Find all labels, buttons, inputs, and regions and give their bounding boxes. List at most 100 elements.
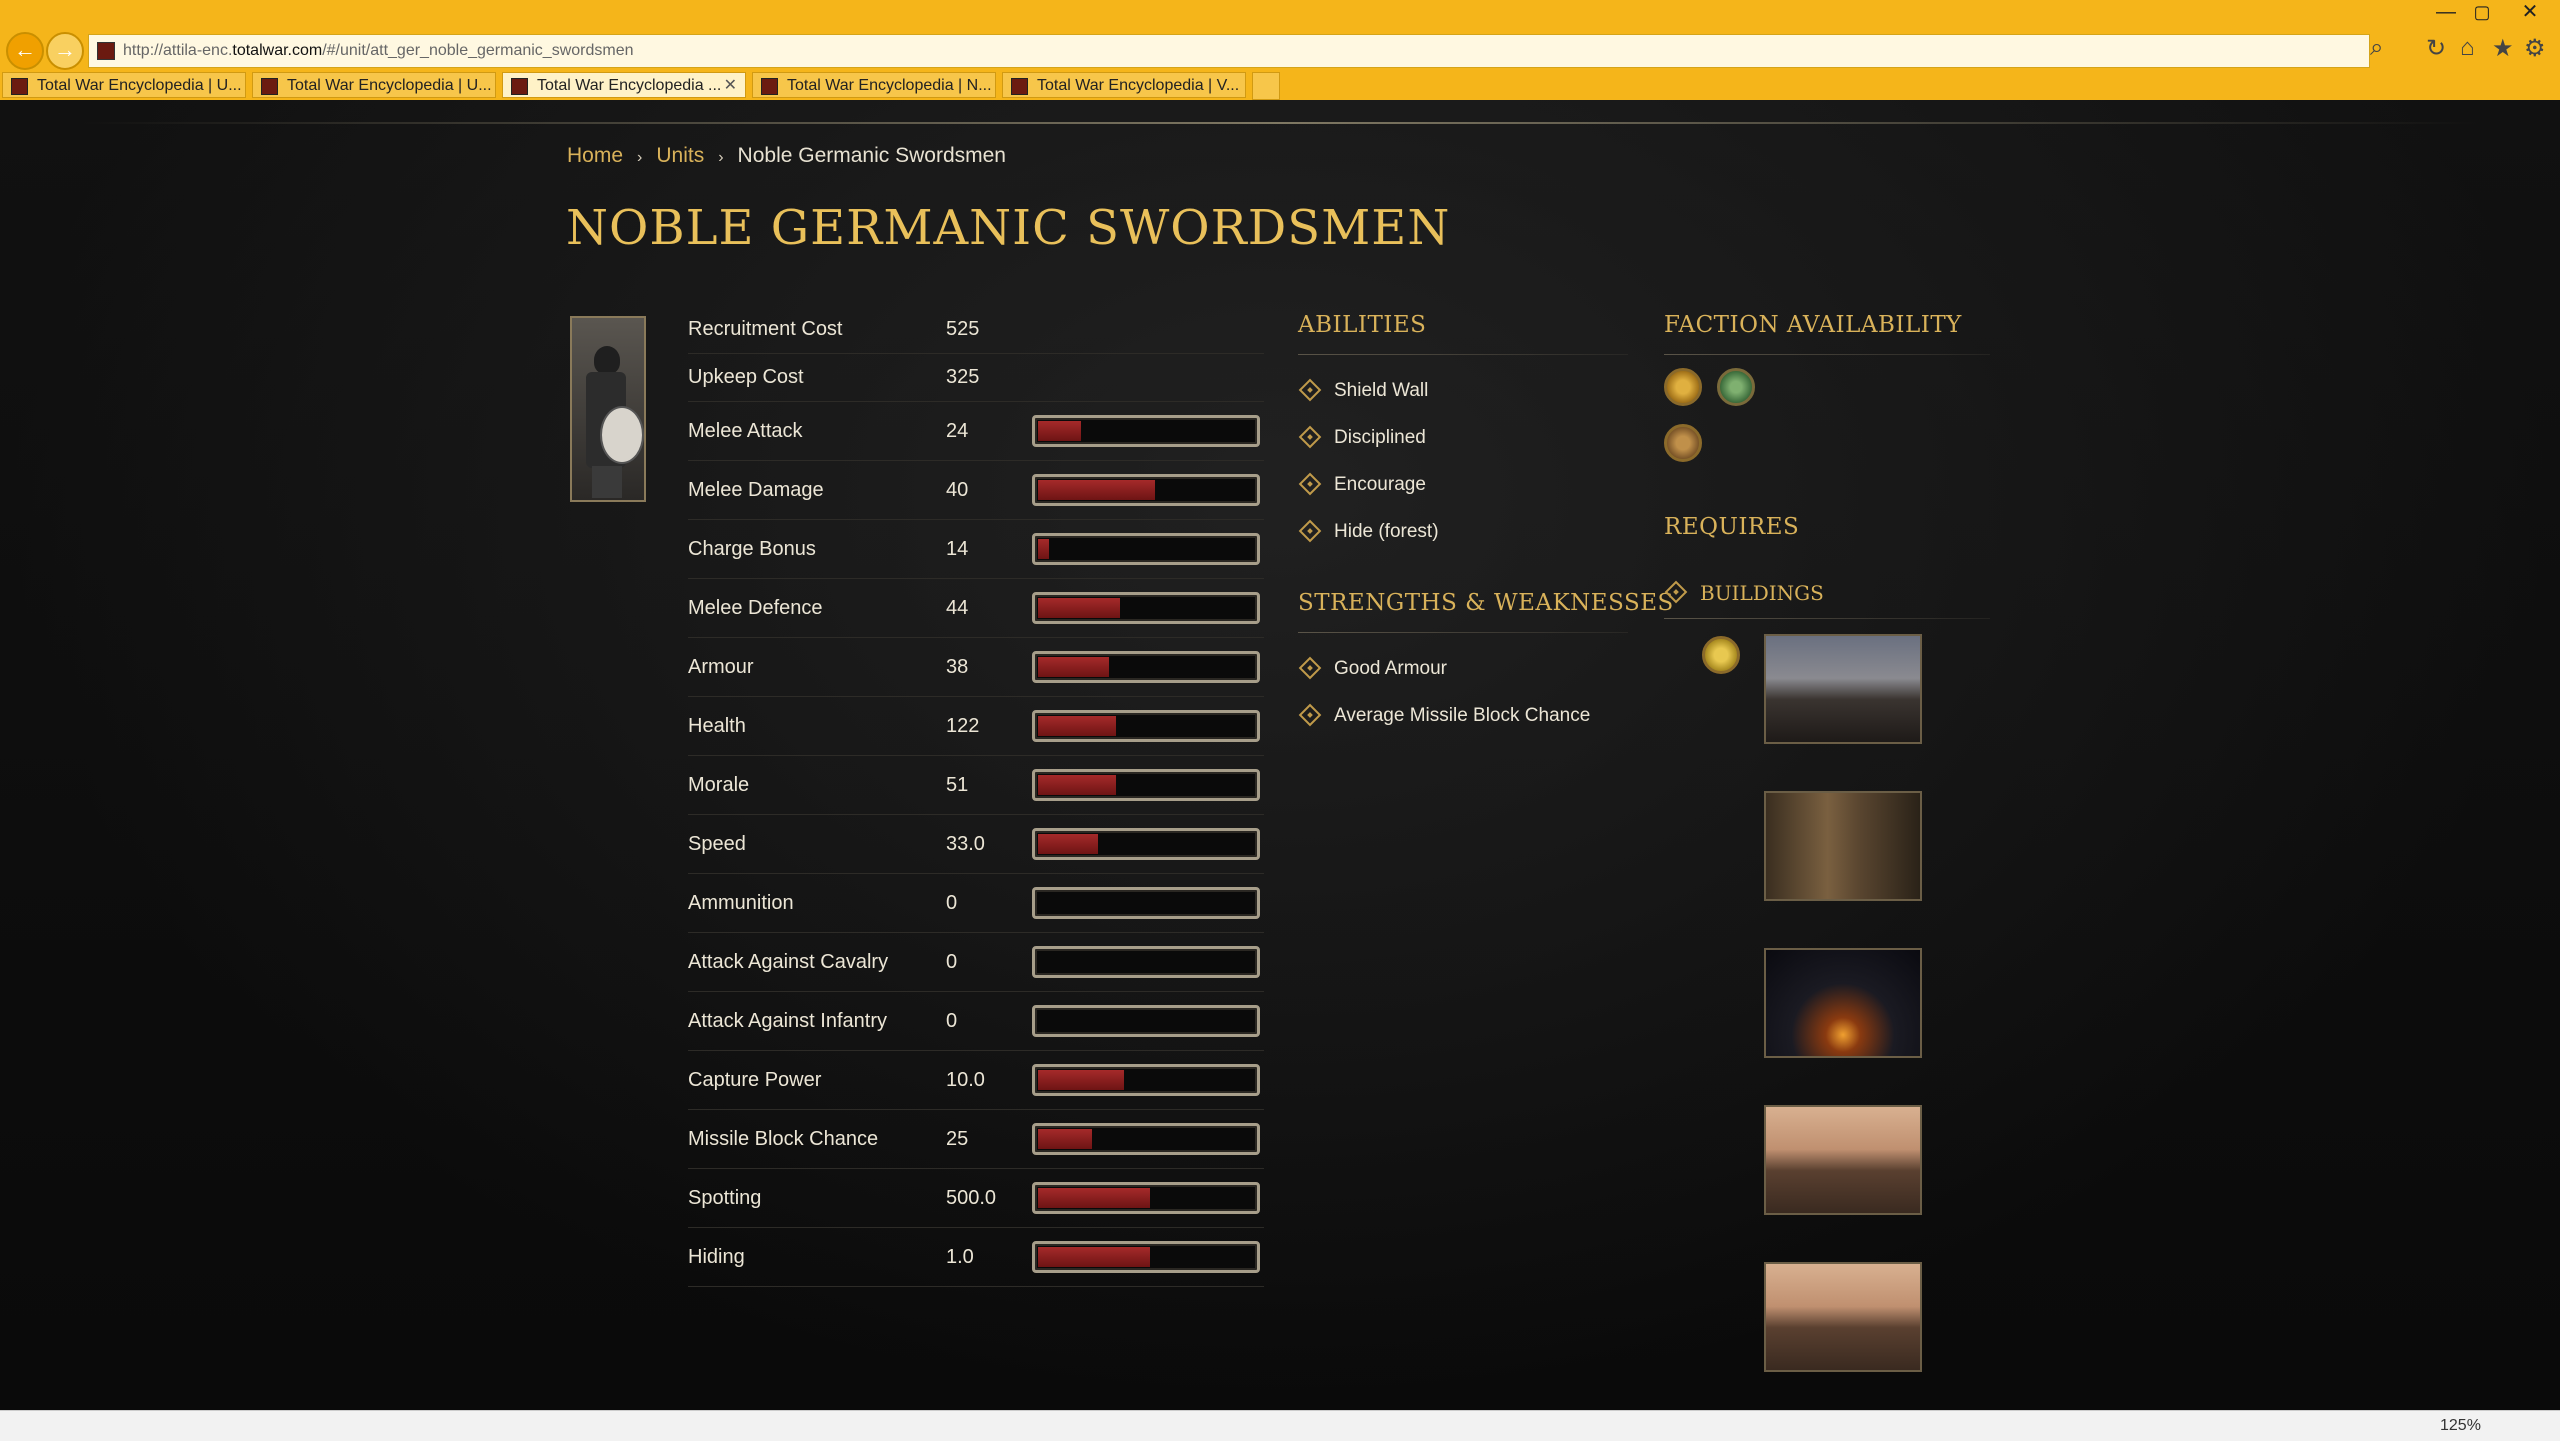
browser-tab[interactable]: Total War Encyclopedia | U... [252,72,496,98]
weakness-label: Average Missile Block Chance [1334,705,1591,726]
stat-row: Melee Damage 40 [688,461,1264,520]
ability-label: Shield Wall [1334,380,1429,401]
stat-bar-fill [1038,1188,1150,1208]
stat-value: 525 [946,318,980,340]
ability-label: Hide (forest) [1334,521,1439,542]
stat-bar [1032,946,1260,978]
forward-arrow-icon[interactable]: → [46,32,84,70]
stat-row: Recruitment Cost 525 [688,306,1264,354]
tab-favicon-icon [11,78,28,95]
stat-bar [1032,769,1260,801]
ability-item[interactable]: Shield Wall [1298,376,1428,406]
stat-bar-fill [1038,480,1155,500]
stat-bar-fill [1038,716,1116,736]
breadcrumb-home-link[interactable]: Home [567,144,623,167]
stat-value: 40 [946,478,969,501]
maximize-icon[interactable]: ▢ [2462,0,2502,24]
building-thumbnail[interactable] [1764,791,1922,901]
breadcrumb-units-link[interactable]: Units [656,144,704,167]
stat-label: Melee Attack [688,419,803,442]
browser-tab[interactable]: Total War Encyclopedia | V... [1002,72,1246,98]
minimize-icon[interactable]: — [2426,0,2466,24]
ability-label: Encourage [1334,474,1426,495]
stat-row: Attack Against Infantry 0 [688,992,1264,1051]
faction-emblem-icon[interactable] [1702,636,1740,674]
url-domain: totalwar.com [232,42,323,59]
stat-label: Armour [688,655,754,678]
stat-bar [1032,474,1260,506]
stat-bar-fill [1038,539,1049,559]
tab-label: Total War Encyclopedia | U... [287,77,492,94]
building-thumbnail[interactable] [1764,948,1922,1058]
stat-bar-fill [1038,775,1116,795]
url-text[interactable]: http://attila-enc.totalwar.com/#/unit/at… [123,35,634,67]
stat-row: Hiding 1.0 [688,1228,1264,1287]
chevron-right-icon: › [718,149,724,166]
header-divider [80,122,2480,124]
tab-label: Total War Encyclopedia | N... [787,77,992,94]
portrait-figure-head [594,346,620,374]
faction-emblem-icon[interactable] [1664,424,1702,462]
close-icon[interactable]: ✕ [2510,0,2550,24]
stat-bar [1032,1182,1260,1214]
faction-emblem-icon[interactable] [1664,368,1702,406]
address-bar[interactable]: http://attila-enc.totalwar.com/#/unit/at… [88,34,2370,68]
stat-bar-fill [1038,834,1098,854]
weakness-item[interactable]: Average Missile Block Chance [1298,701,1590,731]
stat-value: 122 [946,714,980,737]
browser-tab[interactable]: Total War Encyclopedia | N... [752,72,996,98]
browser-tools: ⌕ ↻ ⌂ ★ ⚙ [2370,26,2550,74]
browser-tab[interactable]: Total War Encyclopedia | U... [2,72,246,98]
new-tab-button[interactable] [1252,72,1280,100]
portrait-shield [600,406,644,464]
stat-value: 1.0 [946,1245,974,1268]
building-thumbnail[interactable] [1764,634,1922,744]
breadcrumb-current: Noble Germanic Swordsmen [737,144,1006,167]
building-thumbnail[interactable] [1764,1262,1922,1372]
buildings-subheading: BUILDINGS [1664,578,1824,608]
diamond-bullet-icon [1298,703,1322,727]
stat-label: Melee Damage [688,478,824,501]
tab-close-icon[interactable]: ✕ [724,73,737,97]
stat-bar [1032,1005,1260,1037]
faction-availability-heading: FACTION AVAILABILITY [1664,312,1962,338]
back-arrow-icon[interactable]: ← [6,32,44,70]
ability-item[interactable]: Encourage [1298,470,1426,500]
stat-bar-fill [1038,1070,1124,1090]
stat-row: Melee Attack 24 [688,402,1264,461]
buildings-label: BUILDINGS [1700,581,1824,605]
stat-bar [1032,710,1260,742]
refresh-icon[interactable]: ↻ [2426,34,2446,63]
chevron-right-icon: › [637,149,643,166]
stat-row: Attack Against Cavalry 0 [688,933,1264,992]
strength-item[interactable]: Good Armour [1298,654,1447,684]
abilities-divider [1298,354,1628,355]
settings-gear-icon[interactable]: ⚙ [2524,34,2546,63]
stat-bar [1032,592,1260,624]
stat-value: 500.0 [946,1186,997,1209]
stat-label: Attack Against Cavalry [688,950,889,973]
home-icon[interactable]: ⌂ [2460,34,2475,62]
stat-bar [1032,828,1260,860]
browser-tab-active[interactable]: Total War Encyclopedia ... ✕ [502,72,746,98]
search-icon[interactable]: ⌕ [2370,34,2383,62]
stat-value: 14 [946,537,969,560]
tab-favicon-icon [761,78,778,95]
diamond-bullet-icon [1298,472,1322,496]
url-prefix: http://attila-enc. [123,42,233,59]
stat-bar [1032,1123,1260,1155]
ability-item[interactable]: Hide (forest) [1298,517,1439,547]
diamond-bullet-icon [1298,519,1322,543]
faction-emblem-icon[interactable] [1717,368,1755,406]
zoom-level[interactable]: 125% [2440,1411,2481,1441]
stat-bar [1032,1064,1260,1096]
stat-value: 24 [946,419,969,442]
favorites-star-icon[interactable]: ★ [2492,34,2514,63]
ability-item[interactable]: Disciplined [1298,423,1426,453]
stat-row: Melee Defence 44 [688,579,1264,638]
stat-bar-fill [1038,421,1081,441]
building-thumbnail[interactable] [1764,1105,1922,1215]
stat-label: Spotting [688,1186,762,1209]
strengths-weaknesses-heading: STRENGTHS & WEAKNESSES [1298,590,1674,616]
unit-portrait-image [570,316,646,502]
